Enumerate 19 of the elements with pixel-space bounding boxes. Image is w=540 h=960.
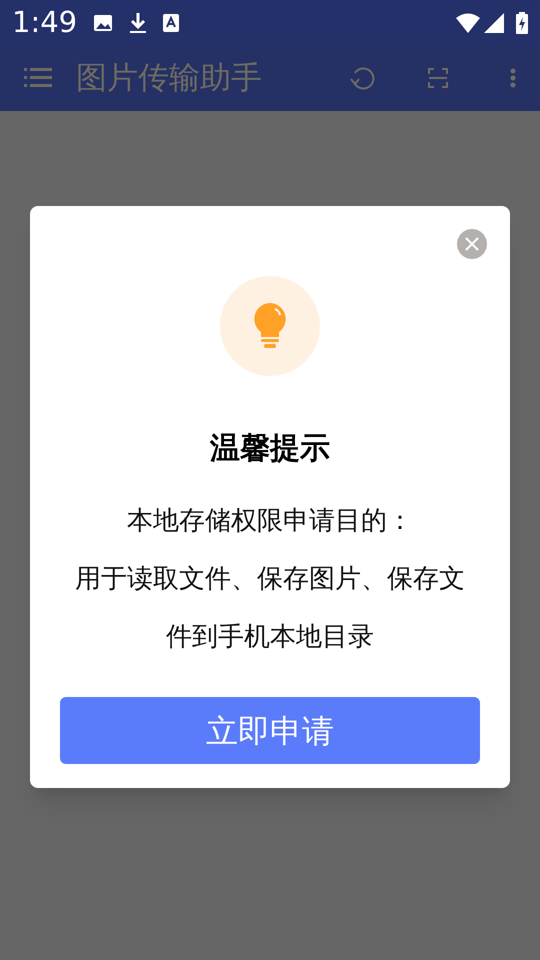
- apply-button[interactable]: 立即申请: [60, 697, 480, 764]
- download-icon: [129, 12, 148, 34]
- menu-icon[interactable]: [24, 67, 52, 89]
- refresh-icon[interactable]: [350, 65, 376, 91]
- battery-icon: [516, 12, 528, 34]
- app-title: 图片传输助手: [76, 58, 262, 97]
- close-icon: [465, 237, 479, 251]
- dialog-message: 用于读取文件、保存图片、保存文件到手机本地目录: [75, 562, 465, 653]
- lightbulb-icon: [253, 302, 287, 350]
- text-icon: [163, 14, 180, 32]
- image-icon: [93, 12, 114, 32]
- more-icon[interactable]: [510, 68, 516, 88]
- dialog-message: 本地存储权限申请目的：: [127, 504, 413, 537]
- wifi-icon: [456, 12, 480, 32]
- signal-icon: [484, 12, 504, 32]
- scan-icon[interactable]: [428, 68, 448, 88]
- status-time: 1:49: [12, 4, 78, 41]
- dialog-title: 温馨提示: [210, 431, 330, 467]
- close-button[interactable]: [457, 229, 487, 259]
